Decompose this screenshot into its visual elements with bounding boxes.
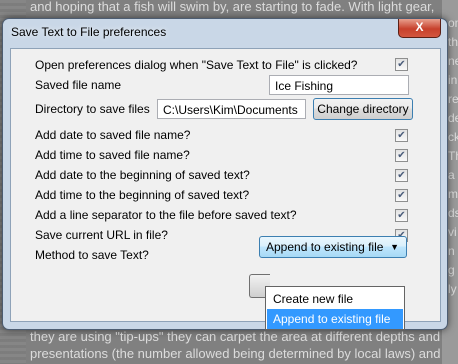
- background-text-fragment: ds: [448, 206, 458, 220]
- background-text-fragment: Th: [448, 149, 458, 163]
- option-label: Add time to saved file name?: [35, 148, 190, 162]
- close-button[interactable]: X: [398, 19, 441, 38]
- background-text-fragment: de: [448, 111, 458, 125]
- dialog-title: Save Text to File preferences: [11, 25, 167, 39]
- method-select-value: Append to existing file: [266, 240, 384, 254]
- background-text-fragment: g: [448, 263, 455, 277]
- chevron-down-icon: ▼: [390, 242, 399, 252]
- method-select[interactable]: Append to existing file ▼: [259, 236, 407, 258]
- option-checkbox[interactable]: ✔: [395, 189, 408, 202]
- title-bar[interactable]: Save Text to File preferences X: [3, 19, 447, 45]
- background-text-line: and hoping that a fish will swim by, are…: [30, 0, 435, 14]
- method-dropdown-list: Create new file Append to existing file: [265, 286, 405, 330]
- background-text-fragment: n: [448, 244, 455, 258]
- background-text-fragment: ne: [448, 54, 458, 68]
- option-checkbox[interactable]: ✔: [395, 149, 408, 162]
- background-text-line: presentations (the number allowed being …: [30, 346, 441, 361]
- option-label: Add date to the beginning of saved text?: [35, 168, 250, 182]
- directory-field[interactable]: C:\Users\Kim\Documents: [157, 99, 306, 119]
- close-icon: X: [415, 20, 424, 34]
- background-text-fragment: in: [448, 73, 458, 87]
- option-label: Add a line separator to the file before …: [35, 208, 297, 222]
- option-label: Add time to the beginning of saved text?: [35, 188, 250, 202]
- option-checkbox[interactable]: ✔: [395, 169, 408, 182]
- background-text-fragment: ck: [448, 130, 458, 144]
- background-text-fragment: vi: [448, 225, 457, 239]
- change-directory-button[interactable]: Change directory: [313, 98, 413, 120]
- option-label: Add date to saved file name?: [35, 128, 191, 142]
- open-prefs-label: Open preferences dialog when "Save Text …: [35, 58, 358, 72]
- method-option-append[interactable]: Append to existing file: [267, 309, 403, 329]
- background-text-fragment: th: [448, 35, 458, 49]
- open-prefs-checkbox[interactable]: ✔: [395, 58, 408, 71]
- preferences-dialog: Save Text to File preferences X Open pre…: [2, 18, 448, 330]
- option-checkbox[interactable]: ✔: [395, 129, 408, 142]
- method-label: Method to save Text?: [35, 248, 149, 262]
- background-text-fragment: m: [448, 187, 458, 201]
- option-checkbox[interactable]: ✔: [395, 209, 408, 222]
- background-text-fragment: ly: [448, 282, 457, 296]
- background-text-fragment: om: [448, 16, 458, 30]
- background-text-fragment: a l: [448, 168, 458, 182]
- directory-label: Directory to save files: [35, 102, 150, 116]
- background-text-line: they are using "tip-ups" they can carpet…: [30, 329, 441, 344]
- option-label: Save current URL in file?: [35, 228, 168, 242]
- dialog-client-area: Open preferences dialog when "Save Text …: [10, 48, 441, 322]
- file-name-field[interactable]: Ice Fishing: [269, 75, 409, 95]
- background-text-fragment: re: [448, 92, 458, 106]
- method-option-create-new[interactable]: Create new file: [267, 289, 403, 309]
- file-name-label: Saved file name: [35, 78, 122, 92]
